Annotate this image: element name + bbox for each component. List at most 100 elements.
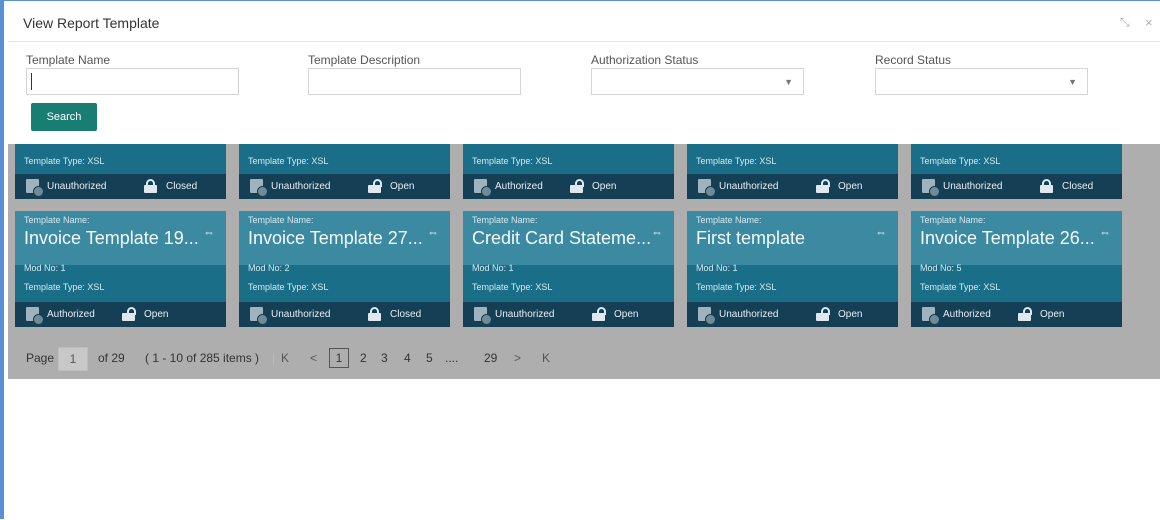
- lock-body: [570, 185, 583, 193]
- auth-status: Unauthorized: [47, 181, 107, 192]
- template-type: Template Type: XSL: [248, 156, 329, 166]
- template-card[interactable]: Template Type: XSL Unauthorized Closed: [911, 144, 1122, 199]
- page-button-29[interactable]: 29: [484, 351, 497, 365]
- document-user-icon: [26, 307, 44, 325]
- page-button-1[interactable]: 1: [329, 348, 349, 368]
- record-status: Open: [1040, 309, 1065, 320]
- template-name-label: Template Name:: [24, 215, 90, 225]
- card-footer: Unauthorized Open: [239, 174, 450, 199]
- report-template-window: View Report Template ⤡ × Template Name T…: [0, 0, 1160, 520]
- card-footer: Unauthorized Open: [687, 302, 898, 327]
- template-description-input[interactable]: [308, 68, 521, 95]
- lock-icon: [143, 179, 158, 193]
- auth-status: Unauthorized: [943, 181, 1003, 192]
- link-icon[interactable]: ⇔: [203, 225, 215, 239]
- document-user-icon: [250, 307, 268, 325]
- unlock-icon: [121, 307, 136, 321]
- record-status: Closed: [1062, 181, 1094, 192]
- auth-status: Authorized: [47, 309, 95, 320]
- next-page-button[interactable]: >: [514, 351, 521, 365]
- auth-status: Unauthorized: [271, 309, 331, 320]
- mod-no: Mod No: 1: [696, 263, 738, 273]
- template-name: Credit Card Stateme...: [472, 228, 652, 248]
- authorization-status-select[interactable]: ▼: [591, 68, 804, 95]
- template-type: Template Type: XSL: [24, 156, 105, 166]
- link-icon[interactable]: ⇔: [875, 225, 887, 239]
- card-footer: Unauthorized Open: [687, 174, 898, 199]
- minimize-icon[interactable]: ⤡: [1120, 15, 1130, 30]
- template-card[interactable]: Template Name: Invoice Template 19... ⇔ Mod…: [15, 211, 226, 327]
- template-card[interactable]: Template Type: XSL Unauthorized Open: [239, 144, 450, 199]
- template-card[interactable]: Template Name: Invoice Template 27... ⇔ Mod…: [239, 211, 450, 327]
- lock-body: [592, 313, 605, 321]
- lock-body: [144, 185, 157, 193]
- page-total: of 29: [98, 351, 125, 365]
- last-page-button[interactable]: K: [542, 351, 550, 365]
- template-name: First template: [696, 228, 806, 248]
- template-card[interactable]: Template Name: First template ⇔ Mod No: 1 Te…: [687, 211, 898, 327]
- prev-page-button[interactable]: <: [310, 351, 317, 365]
- record-status: Open: [838, 181, 863, 192]
- record-status-label: Record Status: [875, 53, 952, 67]
- template-type: Template Type: XSL: [920, 156, 1001, 166]
- card-footer: Unauthorized Closed: [911, 174, 1122, 199]
- page-button-5[interactable]: 5: [426, 351, 433, 365]
- lock-body: [816, 185, 829, 193]
- unlock-icon: [591, 307, 606, 321]
- unlock-icon: [1017, 307, 1032, 321]
- auth-status: Authorized: [495, 181, 543, 192]
- page-button-4[interactable]: 4: [404, 351, 411, 365]
- link-icon[interactable]: ⇔: [1099, 225, 1111, 239]
- page-label: Page: [26, 351, 55, 365]
- window-title: View Report Template: [23, 15, 160, 31]
- template-card[interactable]: Template Type: XSL Unauthorized Closed: [15, 144, 226, 199]
- link-icon[interactable]: ⇔: [427, 225, 439, 239]
- record-status-select[interactable]: ▼: [875, 68, 1088, 95]
- card-footer: Authorized Open: [463, 174, 674, 199]
- template-name-label: Template Name:: [248, 215, 314, 225]
- page-number-input[interactable]: 1: [58, 347, 88, 371]
- template-type: Template Type: XSL: [24, 282, 105, 292]
- record-status: Open: [838, 309, 863, 320]
- search-button[interactable]: Search: [31, 103, 97, 131]
- template-card[interactable]: Template Name: Invoice Template 26... ⇔ Mod…: [911, 211, 1122, 327]
- record-status: Open: [592, 181, 617, 192]
- template-card[interactable]: Template Name: Credit Card Stateme... ⇔ Mod…: [463, 211, 674, 327]
- template-card[interactable]: Template Type: XSL Authorized Open: [463, 144, 674, 199]
- link-icon[interactable]: ⇔: [651, 225, 663, 239]
- first-page-button[interactable]: K: [281, 351, 289, 365]
- record-status: Open: [614, 309, 639, 320]
- template-card[interactable]: Template Type: XSL Unauthorized Open: [687, 144, 898, 199]
- search-panel: Template Name Template Description Autho…: [8, 43, 1160, 144]
- template-name-input[interactable]: [26, 68, 239, 95]
- text-caret: [31, 73, 32, 90]
- page-button-2[interactable]: 2: [360, 351, 367, 365]
- template-type: Template Type: XSL: [248, 282, 329, 292]
- lock-body: [368, 185, 381, 193]
- template-type: Template Type: XSL: [472, 156, 553, 166]
- document-user-icon: [922, 307, 940, 325]
- card-footer: Unauthorized Closed: [15, 174, 226, 199]
- unlock-icon: [815, 307, 830, 321]
- template-type: Template Type: XSL: [920, 282, 1001, 292]
- record-status: Closed: [166, 181, 198, 192]
- mod-no: Mod No: 1: [472, 263, 514, 273]
- auth-status: Unauthorized: [719, 309, 779, 320]
- document-user-icon: [26, 179, 44, 197]
- page-button-3[interactable]: 3: [381, 351, 388, 365]
- document-user-icon: [250, 179, 268, 197]
- close-icon[interactable]: ×: [1145, 15, 1153, 30]
- template-name: Invoice Template 19...: [24, 228, 199, 248]
- lock-body: [816, 313, 829, 321]
- auth-status: Authorized: [943, 309, 991, 320]
- template-name: Invoice Template 26...: [920, 228, 1095, 248]
- auth-status: Unauthorized: [495, 309, 555, 320]
- record-status: Closed: [390, 309, 422, 320]
- auth-status: Unauthorized: [719, 181, 779, 192]
- template-name-label: Template Name:: [472, 215, 538, 225]
- template-name-label: Template Name:: [696, 215, 762, 225]
- template-type: Template Type: XSL: [696, 156, 777, 166]
- pagination: Page 1 of 29 ( 1 - 10 of 285 items ) | K…: [8, 341, 628, 371]
- item-range: ( 1 - 10 of 285 items ): [145, 351, 260, 365]
- authorization-status-label: Authorization Status: [591, 53, 699, 67]
